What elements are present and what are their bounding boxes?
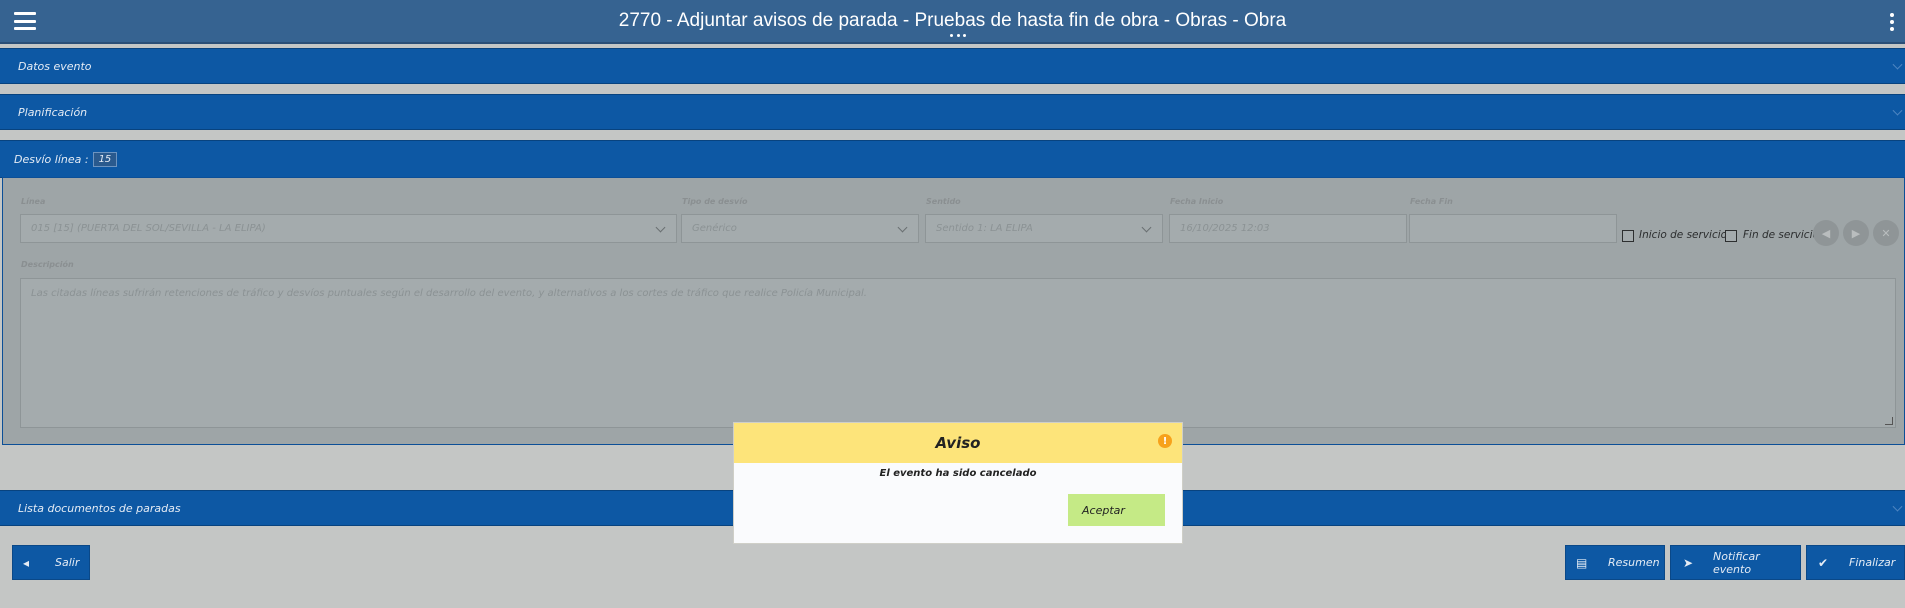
page-title: 2770 - Adjuntar avisos de parada - Prueb…: [618, 10, 1287, 31]
fin-servicio-checkbox[interactable]: [1725, 230, 1737, 242]
chevron-down-icon: [1892, 59, 1903, 70]
tipo-desvio-value: Genérico: [692, 223, 737, 234]
section-lista-documentos-label: Lista documentos de paradas: [18, 501, 181, 515]
resize-handle-icon[interactable]: [1885, 417, 1893, 425]
close-icon[interactable]: ✕: [1873, 220, 1899, 246]
warning-icon: !: [1158, 434, 1172, 448]
descripcion-value: Las citadas líneas sufrirán retenciones …: [31, 288, 867, 299]
inicio-servicio-label: Inicio de servicio: [1639, 229, 1728, 241]
linea-value: 015 [15] (PUERTA DEL SOL/SEVILLA - LA EL…: [31, 223, 266, 234]
desvio-number: 15: [92, 151, 118, 167]
desvio-header: Desvío línea : 15: [0, 140, 1905, 178]
paper-plane-icon: ➤: [1683, 555, 1694, 570]
fin-servicio-label: Fin de servicio: [1743, 229, 1819, 241]
app-header: 2770 - Adjuntar avisos de parada - Prueb…: [0, 0, 1905, 44]
section-datos-evento-label: Datos evento: [18, 59, 92, 73]
fecha-inicio-input[interactable]: 16/10/2025 12:03: [1169, 214, 1407, 243]
tipo-desvio-select[interactable]: Genérico: [681, 214, 919, 243]
linea-select[interactable]: 015 [15] (PUERTA DEL SOL/SEVILLA - LA EL…: [20, 214, 677, 243]
more-dots-icon[interactable]: [950, 34, 966, 38]
sentido-select[interactable]: Sentido 1: LA ELIPA: [925, 214, 1163, 243]
section-planificacion-label: Planificación: [18, 105, 88, 119]
notificar-label: Notificar evento: [1713, 549, 1760, 576]
fecha-fin-label: Fecha Fin: [1410, 197, 1453, 206]
desvio-label: Desvío línea :: [14, 152, 89, 166]
linea-label: Línea: [21, 197, 46, 206]
chevron-down-icon: [1141, 222, 1152, 233]
fecha-inicio-value: 16/10/2025 12:03: [1180, 223, 1270, 234]
salir-button[interactable]: ◂ Salir: [12, 545, 90, 580]
book-icon: ▤: [1576, 555, 1588, 570]
sentido-label: Sentido: [926, 197, 961, 206]
section-planificacion[interactable]: Planificación: [0, 94, 1905, 130]
finalizar-button[interactable]: ✔ Finalizar: [1806, 545, 1905, 580]
modal-message: El evento ha sido cancelado: [879, 468, 1037, 479]
desvio-panel: Línea 015 [15] (PUERTA DEL SOL/SEVILLA -…: [2, 177, 1905, 445]
fecha-fin-input[interactable]: [1409, 214, 1617, 243]
resumen-label: Resumen: [1608, 556, 1660, 569]
modal-header: Aviso !: [734, 423, 1182, 463]
resumen-button[interactable]: ▤ Resumen: [1565, 545, 1665, 580]
modal-title: Aviso: [935, 434, 981, 452]
check-icon: ✔: [1818, 555, 1829, 570]
descripcion-label: Descripción: [21, 260, 74, 269]
chevron-down-icon: [897, 222, 908, 233]
tipo-desvio-label: Tipo de desvío: [682, 197, 748, 206]
chevron-down-icon: [1892, 501, 1903, 512]
inicio-servicio-checkbox[interactable]: [1622, 230, 1634, 242]
next-icon[interactable]: ▶: [1843, 220, 1869, 246]
notificar-button[interactable]: ➤ Notificar evento: [1670, 545, 1801, 580]
section-datos-evento[interactable]: Datos evento: [0, 48, 1905, 84]
caret-left-icon: ◂: [23, 555, 30, 570]
sentido-value: Sentido 1: LA ELIPA: [936, 223, 1033, 234]
aviso-modal: Aviso ! El evento ha sido cancelado Acep…: [733, 422, 1183, 544]
prev-icon[interactable]: ◀: [1813, 220, 1839, 246]
aceptar-button[interactable]: Aceptar: [1068, 494, 1165, 526]
kebab-icon[interactable]: [1889, 13, 1895, 31]
hamburger-icon[interactable]: [14, 12, 36, 30]
chevron-down-icon: [655, 222, 666, 233]
descripcion-textarea[interactable]: Las citadas líneas sufrirán retenciones …: [20, 278, 1896, 428]
fecha-inicio-label: Fecha Inicio: [1170, 197, 1224, 206]
salir-label: Salir: [55, 556, 80, 569]
finalizar-label: Finalizar: [1849, 556, 1896, 569]
chevron-down-icon: [1892, 105, 1903, 116]
